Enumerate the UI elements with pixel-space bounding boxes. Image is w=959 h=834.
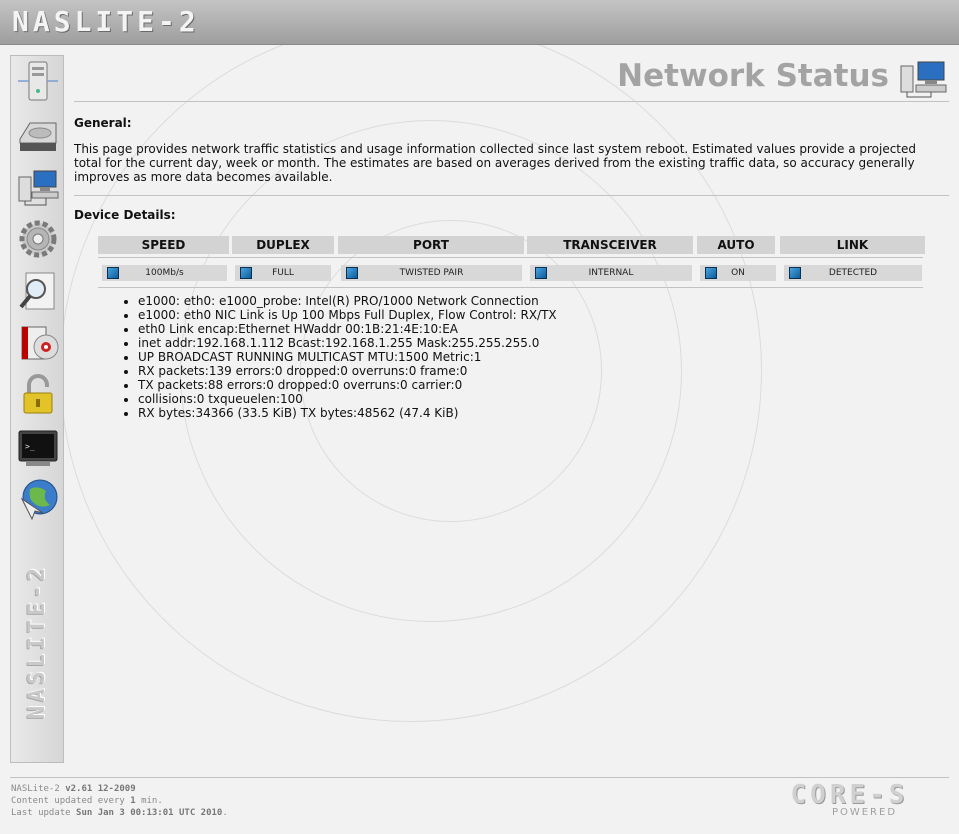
header-transceiver: TRANSCEIVER bbox=[527, 236, 693, 254]
globe-icon bbox=[20, 479, 58, 521]
header-duplex: DUPLEX bbox=[232, 236, 334, 254]
core-powered-logo[interactable]: CORE-S POWERED bbox=[752, 782, 947, 818]
header-speed: SPEED bbox=[98, 236, 229, 254]
divider bbox=[98, 287, 923, 288]
sidebar: >_ NASLITE-2 bbox=[10, 55, 64, 763]
value-transceiver: INTERNAL bbox=[530, 265, 692, 281]
value-auto: ON bbox=[700, 265, 776, 281]
nav-item-search[interactable] bbox=[15, 268, 61, 314]
status-led-icon bbox=[705, 267, 717, 279]
divider bbox=[74, 195, 949, 196]
header-link: LINK bbox=[780, 236, 925, 254]
header-banner: NASLITE-2 bbox=[0, 0, 959, 45]
divider bbox=[74, 101, 949, 102]
value-transceiver-text: INTERNAL bbox=[588, 268, 634, 278]
update-interval: 1 bbox=[130, 796, 136, 806]
network-computers-icon bbox=[18, 170, 59, 206]
svg-text:>_: >_ bbox=[25, 442, 35, 451]
divider bbox=[98, 257, 923, 258]
core-logo-text: CORE-S bbox=[790, 780, 909, 810]
nav-item-settings[interactable] bbox=[15, 216, 61, 262]
interface-details-list: e1000: eth0: e1000_probe: Intel(R) PRO/1… bbox=[98, 294, 557, 420]
general-heading: General: bbox=[74, 116, 132, 130]
status-led-icon bbox=[789, 267, 801, 279]
value-auto-text: ON bbox=[731, 268, 745, 278]
value-speed-text: 100Mb/s bbox=[145, 268, 184, 278]
value-link: DETECTED bbox=[784, 265, 922, 281]
nav-item-network[interactable] bbox=[15, 164, 61, 210]
hard-drive-icon bbox=[19, 122, 57, 151]
magnifier-icon bbox=[19, 272, 55, 310]
list-item: inet addr:192.168.1.112 Bcast:192.168.1.… bbox=[138, 336, 557, 350]
nav-item-terminal[interactable]: >_ bbox=[15, 424, 61, 470]
update-interval-line: Content updated every 1 min. bbox=[11, 795, 228, 807]
nav-item-security[interactable] bbox=[15, 372, 61, 418]
sidebar-brand: NASLITE-2 bbox=[17, 526, 59, 756]
update-suffix: min. bbox=[141, 796, 163, 806]
value-link-text: DETECTED bbox=[828, 268, 878, 278]
terminal-icon: >_ bbox=[18, 430, 58, 466]
last-update-line: Last update Sun Jan 3 00:13:01 UTC 2010. bbox=[11, 808, 228, 818]
cd-box-icon bbox=[21, 326, 59, 360]
nav-item-server[interactable] bbox=[15, 58, 61, 104]
list-item: RX bytes:34366 (33.5 KiB) TX bytes:48562… bbox=[138, 406, 557, 420]
update-prefix: Content updated every bbox=[11, 796, 125, 806]
list-item: TX packets:88 errors:0 dropped:0 overrun… bbox=[138, 378, 557, 392]
last-update-time: Sun Jan 3 00:13:01 UTC 2010 bbox=[76, 808, 223, 818]
footer-divider bbox=[10, 777, 949, 778]
version-line: NASLite-2 v2.61 12-2009 bbox=[11, 783, 228, 795]
nav-item-disks[interactable] bbox=[15, 112, 61, 158]
app-logo[interactable]: NASLITE-2 bbox=[12, 5, 200, 38]
status-led-icon bbox=[240, 267, 252, 279]
general-description: This page provides network traffic stati… bbox=[74, 142, 917, 184]
device-details-heading: Device Details: bbox=[74, 208, 176, 222]
list-item: e1000: eth0: e1000_probe: Intel(R) PRO/1… bbox=[138, 294, 557, 308]
server-icon bbox=[18, 61, 58, 101]
padlock-icon bbox=[23, 374, 53, 414]
value-port-text: TWISTED PAIR bbox=[399, 268, 464, 278]
list-item: RX packets:139 errors:0 dropped:0 overru… bbox=[138, 364, 557, 378]
status-led-icon bbox=[107, 267, 119, 279]
sidebar-brand-text: NASLITE-2 bbox=[25, 563, 51, 719]
list-item: e1000: eth0 NIC Link is Up 100 Mbps Full… bbox=[138, 308, 557, 322]
list-item: UP BROADCAST RUNNING MULTICAST MTU:1500 … bbox=[138, 350, 557, 364]
page-title: Network Status bbox=[617, 58, 889, 94]
footer-info: NASLite-2 v2.61 12-2009 Content updated … bbox=[11, 783, 228, 819]
value-speed: 100Mb/s bbox=[102, 265, 227, 281]
value-port: TWISTED PAIR bbox=[341, 265, 522, 281]
gear-icon bbox=[19, 220, 57, 258]
network-computers-icon bbox=[900, 61, 947, 98]
status-led-icon bbox=[535, 267, 547, 279]
status-led-icon bbox=[346, 267, 358, 279]
nav-item-media[interactable] bbox=[15, 320, 61, 366]
nav-item-web[interactable] bbox=[15, 476, 61, 522]
version-text: v2.61 12-2009 bbox=[65, 784, 136, 794]
list-item: eth0 Link encap:Ethernet HWaddr 00:1B:21… bbox=[138, 322, 557, 336]
header-auto: AUTO bbox=[697, 236, 775, 254]
list-item: collisions:0 txqueuelen:100 bbox=[138, 392, 557, 406]
product-label: NASLite-2 bbox=[11, 784, 60, 794]
value-duplex: FULL bbox=[235, 265, 331, 281]
value-duplex-text: FULL bbox=[272, 268, 294, 278]
header-port: PORT bbox=[338, 236, 524, 254]
last-update-label: Last update bbox=[11, 808, 71, 818]
